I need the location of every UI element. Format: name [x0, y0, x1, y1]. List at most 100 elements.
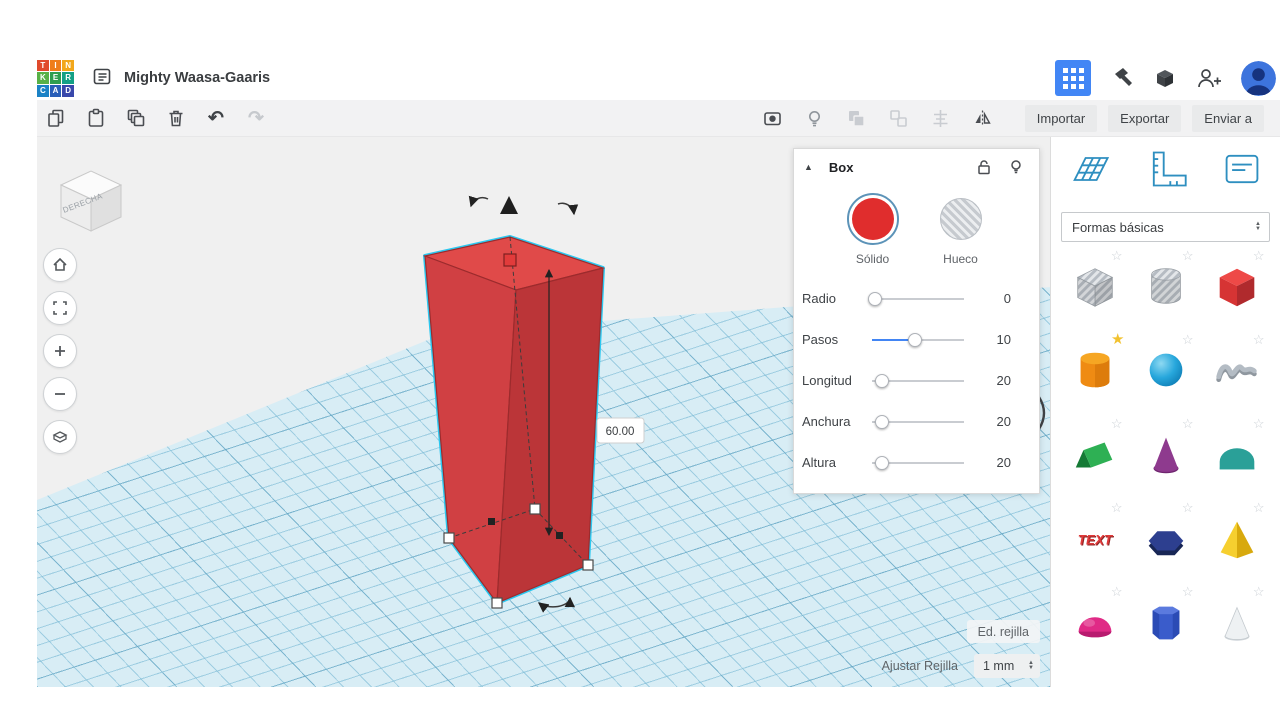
- user-avatar[interactable]: [1241, 60, 1276, 96]
- home-view-button[interactable]: [43, 248, 77, 282]
- corner-handle[interactable]: [582, 559, 594, 571]
- solid-swatch-icon: [851, 198, 894, 240]
- send-to-button[interactable]: Enviar a: [1192, 104, 1264, 132]
- invite-user-icon[interactable]: [1196, 66, 1222, 90]
- group-icon[interactable]: [846, 107, 868, 129]
- length-slider[interactable]: [872, 373, 964, 389]
- redo-icon[interactable]: ↷: [245, 107, 267, 129]
- corner-handle[interactable]: [491, 597, 503, 609]
- dimension-label[interactable]: 60.00: [596, 417, 645, 444]
- shape-item-yellow-pyramid[interactable]: ☆: [1205, 500, 1269, 568]
- app-header: TINKERCAD Mighty Waasa-Gaaris: [37, 56, 1280, 100]
- edge-handle[interactable]: [488, 518, 495, 525]
- svg-text:TEXT: TEXT: [1077, 533, 1113, 548]
- shape-item-orange-cylinder[interactable]: ★: [1063, 331, 1127, 400]
- hole-label: Hueco: [943, 252, 978, 266]
- align-icon[interactable]: [930, 107, 952, 129]
- favorite-star-icon[interactable]: ☆: [1253, 332, 1265, 348]
- workplane-tool-button[interactable]: [1065, 145, 1115, 196]
- shape-item-teal-round-roof[interactable]: ☆: [1205, 416, 1269, 484]
- inspector-title: Box: [828, 159, 854, 175]
- zoom-in-button[interactable]: [43, 334, 77, 368]
- notes-tool-button[interactable]: [1218, 145, 1266, 196]
- favorite-star-icon[interactable]: ☆: [1253, 416, 1265, 432]
- height-slider[interactable]: [872, 455, 964, 471]
- visibility-bulb-icon[interactable]: [1007, 158, 1025, 176]
- favorite-star-icon[interactable]: ☆: [1182, 500, 1194, 516]
- favorite-star-icon[interactable]: ☆: [1253, 248, 1265, 264]
- top-scale-handle[interactable]: [503, 253, 517, 267]
- move-up-handle[interactable]: [500, 196, 518, 214]
- panel-tools: [1051, 137, 1280, 198]
- shape-item-red-box[interactable]: ☆: [1205, 248, 1269, 316]
- selected-box[interactable]: [422, 236, 606, 605]
- shape-item-gray-scribble[interactable]: ☆: [1205, 332, 1269, 400]
- shape-grid: ☆ ☆ ☆ ★ ☆ ☆ ☆ ☆ ☆ ☆ TEXT TEXT ☆ ☆ ☆ ☆ ☆: [1051, 248, 1280, 652]
- undo-icon[interactable]: ↶: [205, 107, 227, 129]
- shape-item-text[interactable]: ☆ TEXT TEXT: [1063, 500, 1127, 568]
- import-button[interactable]: Importar: [1024, 104, 1098, 132]
- ruler-tool-button[interactable]: [1143, 145, 1191, 196]
- shape-item-purple-cone[interactable]: ☆: [1134, 416, 1198, 484]
- solid-option[interactable]: Sólido: [846, 193, 899, 266]
- duplicate-icon[interactable]: [125, 107, 147, 129]
- shape-item-blue-hex-prism[interactable]: ☆: [1134, 584, 1198, 652]
- corner-handle[interactable]: [529, 503, 541, 515]
- favorite-star-icon[interactable]: ☆: [1182, 332, 1194, 348]
- field-row-length: Longitud 20: [802, 373, 1011, 389]
- hammer-icon[interactable]: [1110, 66, 1134, 90]
- shape-category-select[interactable]: Formas básicas ▲ ▼: [1061, 212, 1270, 242]
- snap-grid-label: Ajustar Rejilla: [881, 659, 958, 673]
- blocks-icon[interactable]: [1153, 66, 1177, 90]
- rotate-handle-right[interactable]: [557, 202, 579, 216]
- height-value: 20: [996, 455, 1011, 470]
- paste-icon[interactable]: [85, 107, 107, 129]
- zoom-out-button[interactable]: [43, 377, 77, 411]
- shape-item-blue-sphere[interactable]: ☆: [1134, 332, 1198, 400]
- ungroup-icon[interactable]: [888, 107, 910, 129]
- shape-item-striped-box[interactable]: ☆: [1063, 248, 1127, 316]
- rotate-handle-bottom[interactable]: [537, 596, 576, 613]
- export-button[interactable]: Exportar: [1108, 104, 1182, 132]
- tinkercad-logo-icon[interactable]: TINKERCAD: [37, 59, 74, 97]
- favorite-star-icon[interactable]: ☆: [1111, 248, 1123, 264]
- radius-slider[interactable]: [868, 291, 964, 307]
- shape-item-white-cone[interactable]: ☆: [1205, 584, 1269, 652]
- rotate-handle-left[interactable]: [468, 195, 489, 208]
- shape-item-navy-polygon[interactable]: ☆: [1134, 500, 1198, 568]
- show-all-icon[interactable]: [762, 107, 784, 129]
- view-cube[interactable]: DERECHA: [53, 159, 129, 242]
- apps-grid-button[interactable]: [1055, 60, 1091, 96]
- design-properties-icon[interactable]: [92, 66, 112, 91]
- hole-option[interactable]: Hueco: [935, 193, 987, 266]
- tinkercad-app: TINKERCAD Mighty Waasa-Gaaris ↶ ↷ Import…: [37, 56, 1280, 687]
- edit-grid-button[interactable]: Ed. rejilla: [966, 620, 1040, 643]
- steps-slider[interactable]: [872, 332, 964, 348]
- light-bulb-icon[interactable]: [804, 107, 826, 129]
- favorite-star-icon[interactable]: ☆: [1182, 584, 1194, 600]
- favorite-star-icon[interactable]: ☆: [1253, 584, 1265, 600]
- shape-item-green-roof[interactable]: ☆: [1063, 416, 1127, 484]
- shape-item-pink-half-sphere[interactable]: ☆: [1063, 584, 1127, 652]
- favorite-star-icon[interactable]: ☆: [1182, 416, 1194, 432]
- favorite-star-icon[interactable]: ☆: [1111, 416, 1123, 432]
- snap-grid-select[interactable]: 1 mm ▲ ▼: [974, 654, 1040, 678]
- favorite-star-icon[interactable]: ☆: [1111, 500, 1123, 516]
- mirror-icon[interactable]: [972, 107, 994, 129]
- delete-icon[interactable]: [165, 107, 187, 129]
- copy-icon[interactable]: [45, 107, 67, 129]
- favorite-star-icon[interactable]: ★: [1111, 330, 1124, 348]
- solid-label: Sólido: [855, 252, 890, 266]
- lock-icon[interactable]: [975, 158, 993, 176]
- favorite-star-icon[interactable]: ☆: [1182, 248, 1194, 264]
- shape-item-striped-cylinder[interactable]: ☆: [1134, 248, 1198, 316]
- width-slider[interactable]: [872, 414, 964, 430]
- favorite-star-icon[interactable]: ☆: [1111, 584, 1123, 600]
- fit-view-button[interactable]: [43, 291, 77, 325]
- inspector-collapse-icon[interactable]: ▲: [804, 162, 813, 172]
- corner-handle[interactable]: [443, 532, 455, 544]
- edge-handle[interactable]: [556, 532, 563, 539]
- design-title[interactable]: Mighty Waasa-Gaaris: [124, 70, 270, 86]
- favorite-star-icon[interactable]: ☆: [1253, 500, 1265, 516]
- perspective-toggle-button[interactable]: [43, 420, 77, 454]
